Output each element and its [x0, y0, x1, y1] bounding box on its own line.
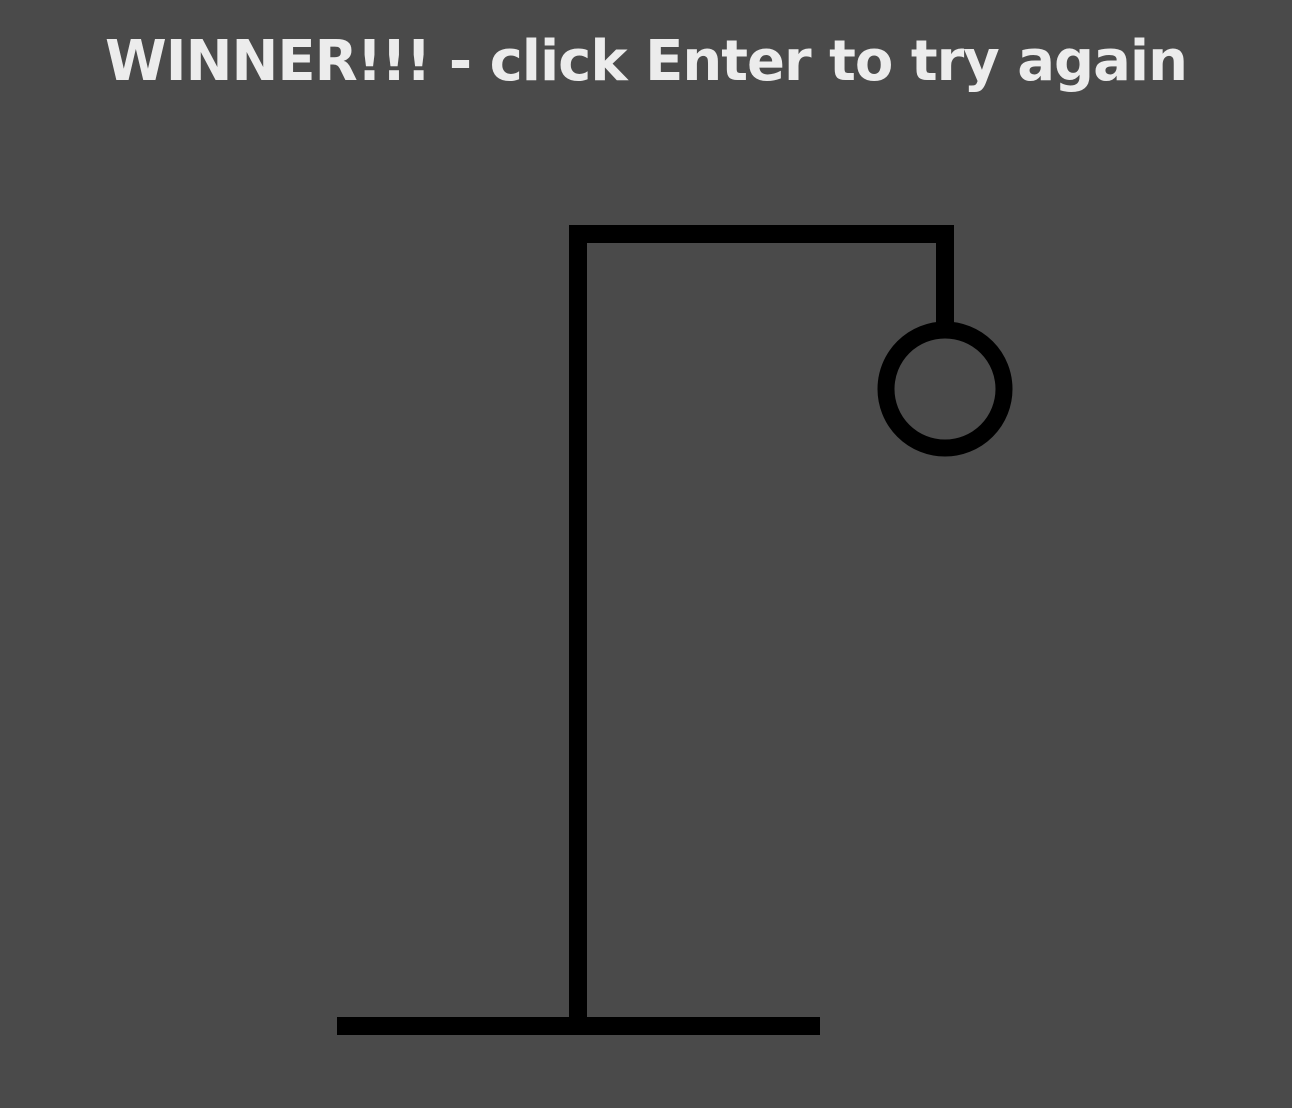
hangman-head	[877, 321, 1013, 457]
hangman-drawing	[337, 225, 1013, 1035]
